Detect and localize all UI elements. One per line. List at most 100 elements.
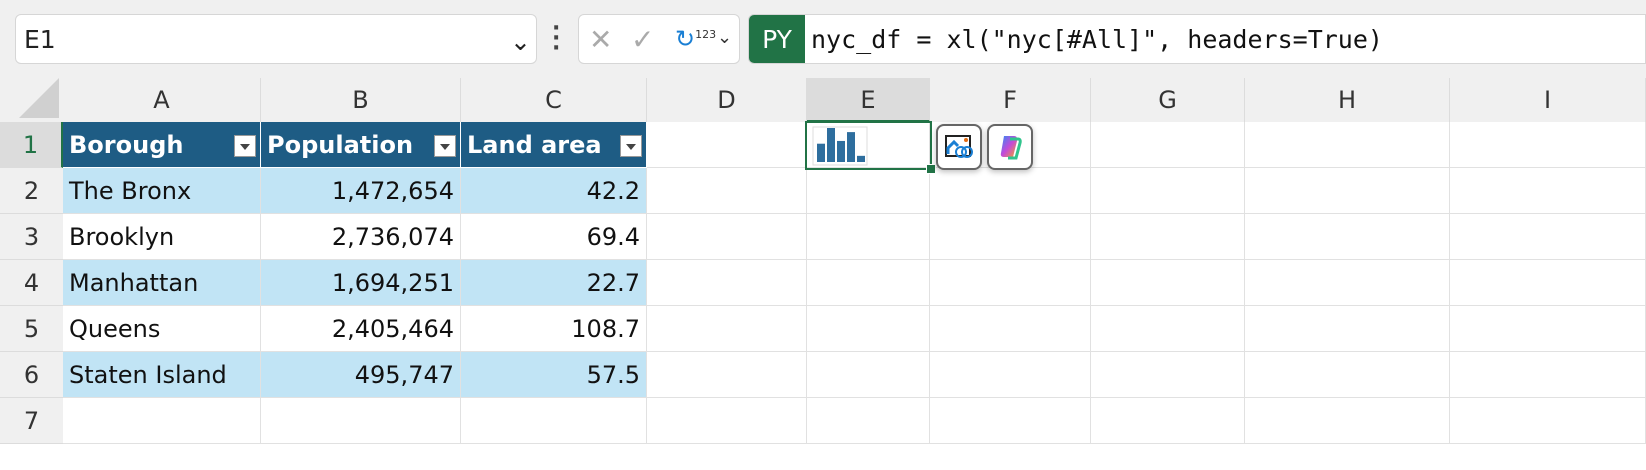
linked-image-icon <box>945 135 973 158</box>
cell-E3[interactable] <box>807 214 930 260</box>
cell-E5[interactable] <box>807 306 930 352</box>
cell-C6[interactable]: 57.5 <box>461 352 647 398</box>
chevron-down-icon[interactable]: ⌄ <box>510 27 531 56</box>
cell-H1[interactable] <box>1245 122 1450 168</box>
column-header-E[interactable]: E <box>807 78 930 122</box>
cell-A2[interactable]: The Bronx <box>63 168 261 214</box>
cell-B4[interactable]: 1,694,251 <box>261 260 461 306</box>
cell-G3[interactable] <box>1091 214 1245 260</box>
chevron-down-icon[interactable]: ⌄ <box>717 27 732 48</box>
row-header-1[interactable]: 1 <box>0 122 63 168</box>
formula-buttons: ✕ ✓ ↻123 ⌄ <box>578 14 740 64</box>
cell-C2[interactable]: 42.2 <box>461 168 647 214</box>
cell-C7[interactable] <box>461 398 647 444</box>
name-box-value: E1 <box>24 25 56 54</box>
cell-C3[interactable]: 69.4 <box>461 214 647 260</box>
cell-E2[interactable] <box>807 168 930 214</box>
name-box[interactable]: E1 ⌄ <box>15 14 537 64</box>
cell-I1[interactable] <box>1450 122 1646 168</box>
insert-linked-image-button[interactable] <box>936 124 982 170</box>
cell-H7[interactable] <box>1245 398 1450 444</box>
column-header-I[interactable]: I <box>1450 78 1646 122</box>
cell-C4[interactable]: 22.7 <box>461 260 647 306</box>
cell-B6[interactable]: 495,747 <box>261 352 461 398</box>
cell-F7[interactable] <box>930 398 1091 444</box>
cell-B3[interactable]: 2,736,074 <box>261 214 461 260</box>
column-header-B[interactable]: B <box>261 78 461 122</box>
cell-D6[interactable] <box>647 352 807 398</box>
cell-H3[interactable] <box>1245 214 1450 260</box>
cell-I3[interactable] <box>1450 214 1646 260</box>
row-header-6[interactable]: 6 <box>0 352 63 398</box>
filter-dropdown-button[interactable] <box>434 135 456 157</box>
column-header-A[interactable]: A <box>63 78 261 122</box>
fill-handle[interactable] <box>926 164 936 174</box>
more-options-icon[interactable]: · · · <box>552 18 560 60</box>
cancel-x-icon[interactable]: ✕ <box>589 23 612 56</box>
filter-dropdown-button[interactable] <box>234 135 256 157</box>
cell-I2[interactable] <box>1450 168 1646 214</box>
row-header-4[interactable]: 4 <box>0 260 63 306</box>
column-header-H[interactable]: H <box>1245 78 1450 122</box>
cell-F3[interactable] <box>930 214 1091 260</box>
cell-G2[interactable] <box>1091 168 1245 214</box>
cell-F6[interactable] <box>930 352 1091 398</box>
cell-H2[interactable] <box>1245 168 1450 214</box>
cell-D5[interactable] <box>647 306 807 352</box>
cell-H6[interactable] <box>1245 352 1450 398</box>
cell-B2[interactable]: 1,472,654 <box>261 168 461 214</box>
cell-G4[interactable] <box>1091 260 1245 306</box>
cell-B1[interactable]: Population <box>261 122 461 168</box>
cell-H4[interactable] <box>1245 260 1450 306</box>
formula-input[interactable]: PY nyc_df = xl("nyc[#All]", headers=True… <box>748 14 1646 64</box>
cell-E7[interactable] <box>807 398 930 444</box>
row-header-5[interactable]: 5 <box>0 306 63 352</box>
cell-H5[interactable] <box>1245 306 1450 352</box>
cell-B7[interactable] <box>261 398 461 444</box>
cell-A6[interactable]: Staten Island <box>63 352 261 398</box>
row-header-2[interactable]: 2 <box>0 168 63 214</box>
cell-A1[interactable]: Borough <box>63 122 261 168</box>
thumbnail-bar <box>817 143 825 162</box>
cell-C1[interactable]: Land area <box>461 122 647 168</box>
cell-I6[interactable] <box>1450 352 1646 398</box>
formula-text[interactable]: nyc_df = xl("nyc[#All]", headers=True) <box>811 25 1383 54</box>
row-header-3[interactable]: 3 <box>0 214 63 260</box>
cell-G5[interactable] <box>1091 306 1245 352</box>
select-all-button[interactable] <box>0 78 63 122</box>
bar-chart-thumbnail[interactable] <box>809 124 869 168</box>
row-header-7[interactable]: 7 <box>0 398 63 444</box>
cell-G1[interactable] <box>1091 122 1245 168</box>
filter-dropdown-button[interactable] <box>620 135 642 157</box>
selected-cell-E1[interactable] <box>805 121 932 170</box>
cell-E6[interactable] <box>807 352 930 398</box>
column-header-D[interactable]: D <box>647 78 807 122</box>
column-header-G[interactable]: G <box>1091 78 1245 122</box>
python-output-mode-icon[interactable]: ↻123 <box>675 25 716 53</box>
cell-F5[interactable] <box>930 306 1091 352</box>
cell-G6[interactable] <box>1091 352 1245 398</box>
cell-D3[interactable] <box>647 214 807 260</box>
cell-F4[interactable] <box>930 260 1091 306</box>
cell-I7[interactable] <box>1450 398 1646 444</box>
cell-B5[interactable]: 2,405,464 <box>261 306 461 352</box>
cell-E4[interactable] <box>807 260 930 306</box>
cell-A5[interactable]: Queens <box>63 306 261 352</box>
cell-D2[interactable] <box>647 168 807 214</box>
cell-A3[interactable]: Brooklyn <box>63 214 261 260</box>
cell-D1[interactable] <box>647 122 807 168</box>
cell-D7[interactable] <box>647 398 807 444</box>
column-header-F[interactable]: F <box>930 78 1091 122</box>
thumbnail-bar <box>837 140 845 162</box>
cell-I5[interactable] <box>1450 306 1646 352</box>
column-header-C[interactable]: C <box>461 78 647 122</box>
cell-A7[interactable] <box>63 398 261 444</box>
cell-D4[interactable] <box>647 260 807 306</box>
cell-I4[interactable] <box>1450 260 1646 306</box>
cell-G7[interactable] <box>1091 398 1245 444</box>
cell-C5[interactable]: 108.7 <box>461 306 647 352</box>
cell-A4[interactable]: Manhattan <box>63 260 261 306</box>
cell-F2[interactable] <box>930 168 1091 214</box>
copilot-button[interactable] <box>987 124 1033 170</box>
enter-check-icon[interactable]: ✓ <box>631 23 654 56</box>
